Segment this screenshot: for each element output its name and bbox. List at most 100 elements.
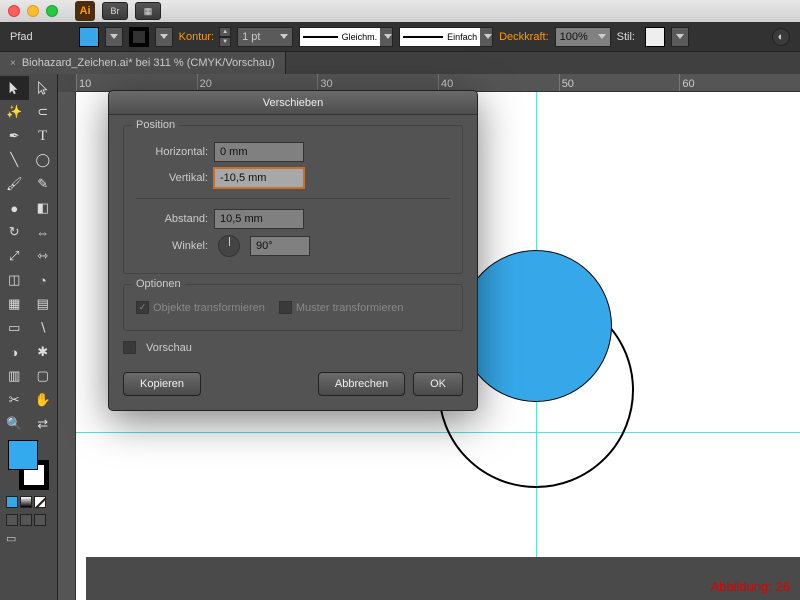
vertikal-label: Vertikal: [136,172,208,184]
ruler-tick: 40 [438,74,559,91]
symbol-sprayer-tool[interactable]: ✱ [29,340,58,364]
recolor-artwork-button[interactable]: ◐ [772,28,790,46]
scale-tool[interactable]: ⤢ [0,244,29,268]
ruler-tick: 60 [679,74,800,91]
width-tool[interactable]: ⇿ [29,244,58,268]
graphic-style-swatch[interactable] [645,27,665,47]
gradient-tool[interactable]: ▭ [0,316,29,340]
dialog-title: Verschieben [109,91,477,115]
type-tool[interactable]: T [29,124,58,148]
vertical-ruler[interactable] [58,92,76,600]
slice-tool[interactable]: ✂ [0,388,29,412]
winkel-label: Winkel: [136,240,208,252]
stroke-label: Kontur: [179,31,214,43]
arrange-documents-button[interactable]: ▦ [135,2,161,20]
move-dialog: Verschieben Position Horizontal: Vertika… [108,90,478,411]
figure-caption: Abbildung: 26 [710,579,790,594]
brush-label: Einfach [447,32,477,42]
selection-tool[interactable] [0,76,29,100]
abstand-input[interactable] [214,209,304,229]
horizontal-input[interactable] [214,142,304,162]
free-transform-tool[interactable]: ◫ [0,268,29,292]
minimize-window-button[interactable] [27,5,39,17]
stroke-weight-value: 1 pt [242,31,260,43]
options-group-label: Optionen [132,278,185,290]
horizontal-guide[interactable] [76,432,800,433]
preview-label: Vorschau [146,342,192,354]
mesh-tool[interactable]: ▤ [29,292,58,316]
direct-selection-tool[interactable] [29,76,58,100]
pasteboard [86,557,800,600]
ok-button[interactable]: OK [413,372,463,396]
zoom-tool[interactable]: 🔍 [0,412,29,436]
stroke-dropdown[interactable] [155,27,173,47]
color-mode-button[interactable] [6,496,18,508]
ruler-tick: 10 [76,74,197,91]
shape-builder-tool[interactable]: ◔ [29,268,58,292]
none-mode-button[interactable] [34,496,46,508]
window-titlebar: Ai Br ▦ [0,0,800,22]
perspective-grid-tool[interactable]: ▦ [0,292,29,316]
horizontal-label: Horizontal: [136,146,208,158]
vertikal-input[interactable] [214,168,304,188]
angle-dial[interactable] [218,235,240,257]
stroke-swatch[interactable] [129,27,149,47]
fill-dropdown[interactable] [105,27,123,47]
fill-color-box[interactable] [8,440,38,470]
opacity-value: 100% [560,31,588,43]
cancel-button[interactable]: Abbrechen [318,372,405,396]
lasso-tool[interactable]: ⊂ [29,100,58,124]
app-icon: Ai [75,1,95,21]
eraser-tool[interactable]: ◧ [29,196,58,220]
variable-width-profile[interactable]: Gleichm. [299,27,393,47]
fill-stroke-indicator[interactable] [8,440,49,490]
reflect-tool[interactable]: ⇔ [29,220,58,244]
stroke-weight-select[interactable]: 1 pt [237,27,293,47]
eyedropper-tool[interactable]: ∖ [29,316,58,340]
transform-patterns-checkbox[interactable] [279,301,292,314]
filled-circle-path[interactable] [460,250,612,402]
ellipse-tool[interactable]: ◯ [29,148,58,172]
winkel-input[interactable] [250,236,310,256]
bridge-button[interactable]: Br [102,2,128,20]
ruler-tick: 30 [317,74,438,91]
screen-mode-button[interactable]: ▭ [0,528,57,549]
control-bar: Pfad Kontur: ▲▼ 1 pt Gleichm. Einfach De… [0,22,800,52]
stroke-weight-stepper[interactable]: ▲▼ [219,27,231,47]
position-group-label: Position [132,119,179,131]
draw-behind-button[interactable] [20,514,32,526]
preview-checkbox[interactable] [123,341,136,354]
zoom-window-button[interactable] [46,5,58,17]
line-tool[interactable]: ╲ [0,148,29,172]
style-label: Stil: [617,31,635,43]
gradient-mode-button[interactable] [20,496,32,508]
artboard-tool[interactable]: ▢ [29,364,58,388]
pencil-tool[interactable]: ✎ [29,172,58,196]
close-window-button[interactable] [8,5,20,17]
hand-tool[interactable]: ✋ [29,388,58,412]
abstand-label: Abstand: [136,213,208,225]
graphic-style-dropdown[interactable] [671,27,689,47]
selection-type-label: Pfad [10,31,33,43]
tools-panel: ✨ ⊂ ✒ T ╲ ◯ 🖌 ✎ ● ◧ ↻ ⇔ ⤢ ⇿ ◫ ◔ ▦ ▤ ▭ ∖ … [0,74,58,600]
pen-tool[interactable]: ✒ [0,124,29,148]
toggle-fill-stroke[interactable]: ⇄ [29,412,58,436]
fill-swatch[interactable] [79,27,99,47]
draw-inside-button[interactable] [34,514,46,526]
paintbrush-tool[interactable]: 🖌 [0,172,29,196]
magic-wand-tool[interactable]: ✨ [0,100,29,124]
rotate-tool[interactable]: ↻ [0,220,29,244]
copy-button[interactable]: Kopieren [123,372,201,396]
opacity-select[interactable]: 100% [555,27,611,47]
blob-brush-tool[interactable]: ● [0,196,29,220]
document-tab-title: Biohazard_Zeichen.ai* bei 311 % (CMYK/Vo… [22,57,275,69]
brush-definition[interactable]: Einfach [399,27,493,47]
transform-objects-checkbox[interactable] [136,301,149,314]
close-tab-icon[interactable]: × [10,58,16,69]
opacity-label: Deckkraft: [499,31,549,43]
column-graph-tool[interactable]: ▥ [0,364,29,388]
blend-tool[interactable]: ◑ [0,340,29,364]
draw-normal-button[interactable] [6,514,18,526]
transform-patterns-label: Muster transformieren [296,302,404,314]
document-tab[interactable]: × Biohazard_Zeichen.ai* bei 311 % (CMYK/… [0,52,286,74]
